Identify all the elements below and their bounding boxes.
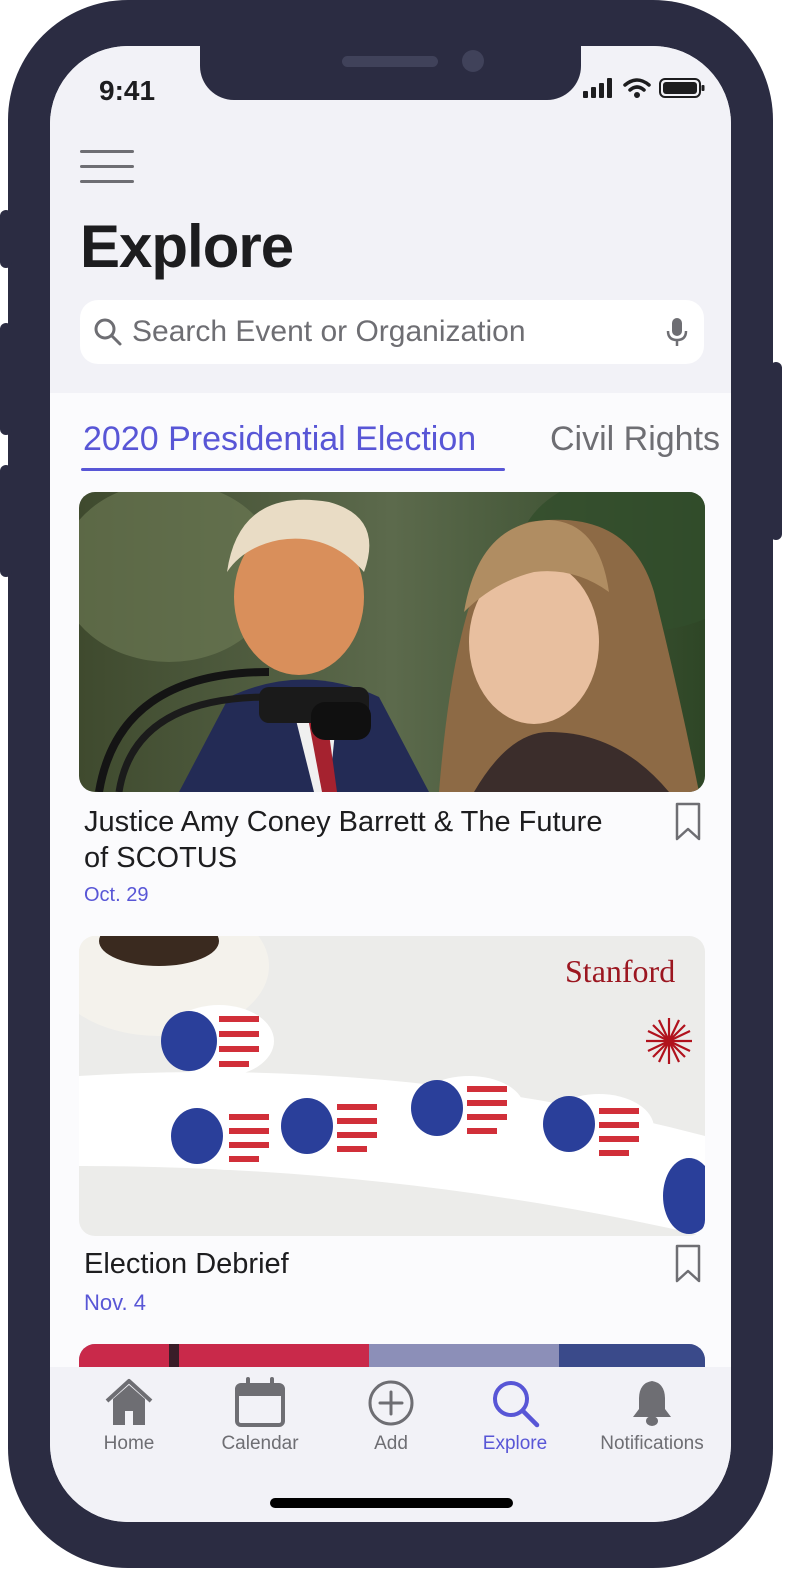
signal-icon xyxy=(583,78,612,98)
topic-tabs: 2020 Presidential Election Civil Rights xyxy=(50,416,731,476)
tab-label: Explore xyxy=(482,1433,548,1454)
tab-label: Add xyxy=(374,1433,408,1454)
power-button xyxy=(770,362,782,540)
add-icon xyxy=(368,1380,414,1426)
tab-add[interactable]: Add xyxy=(326,1377,456,1455)
sticker-3 xyxy=(281,1092,394,1160)
search-icon xyxy=(493,1381,540,1428)
sticker-2 xyxy=(171,1102,284,1170)
wifi-icon xyxy=(623,78,651,98)
tab-label: Notifications xyxy=(600,1433,704,1454)
event-title[interactable]: Election Debrief xyxy=(84,1246,604,1282)
event-card[interactable]: Justice Amy Coney Barrett & The Future o… xyxy=(79,492,705,912)
event-date: Oct. 29 xyxy=(84,884,149,906)
event-card[interactable]: Stanford Election Debrief Nov. 4 xyxy=(79,936,705,1316)
app-screen: 9:41 Explore Search Event or Organizatio… xyxy=(50,46,731,1522)
tab-explore[interactable]: Explore xyxy=(450,1377,580,1455)
bookmark-icon[interactable] xyxy=(675,1244,701,1284)
tab-notifications[interactable]: Notifications xyxy=(587,1377,717,1455)
page-title: Explore xyxy=(80,213,294,280)
battery-icon xyxy=(659,78,705,98)
sticker-4 xyxy=(411,1076,524,1140)
volume-up-button xyxy=(0,323,12,435)
status-time: 9:41 xyxy=(99,75,156,106)
speaker-grille xyxy=(342,56,438,67)
tab-calendar[interactable]: Calendar xyxy=(195,1377,325,1455)
hamburger-menu-icon[interactable] xyxy=(80,150,134,184)
status-icons xyxy=(583,78,705,98)
bell-icon xyxy=(633,1381,671,1426)
microphone-icon[interactable] xyxy=(666,317,688,347)
active-tab-indicator xyxy=(81,468,505,471)
search-icon xyxy=(94,318,122,346)
mute-switch xyxy=(0,210,12,268)
search-input[interactable] xyxy=(132,300,652,364)
event-image-election-debrief[interactable]: Stanford xyxy=(79,936,705,1236)
home-indicator xyxy=(270,1498,513,1508)
tab-label: Calendar xyxy=(221,1433,299,1454)
tab-label: Home xyxy=(103,1433,155,1454)
bookmark-icon[interactable] xyxy=(675,802,701,842)
stanford-logo: Stanford xyxy=(565,953,675,989)
volume-down-button xyxy=(0,465,12,577)
event-title[interactable]: Justice Amy Coney Barrett & The Future o… xyxy=(84,804,604,876)
device-notch xyxy=(200,46,581,100)
tab-home[interactable]: Home xyxy=(64,1377,194,1455)
sticker-1 xyxy=(161,1005,274,1077)
event-date: Nov. 4 xyxy=(84,1290,146,1315)
search-bar[interactable] xyxy=(80,300,704,364)
home-icon xyxy=(105,1379,153,1425)
tab-2020-presidential-election[interactable]: 2020 Presidential Election xyxy=(83,420,476,459)
event-image-scotus[interactable] xyxy=(79,492,705,792)
front-camera xyxy=(462,50,484,72)
calendar-icon xyxy=(235,1377,285,1427)
tab-civil-rights[interactable]: Civil Rights xyxy=(550,420,720,459)
